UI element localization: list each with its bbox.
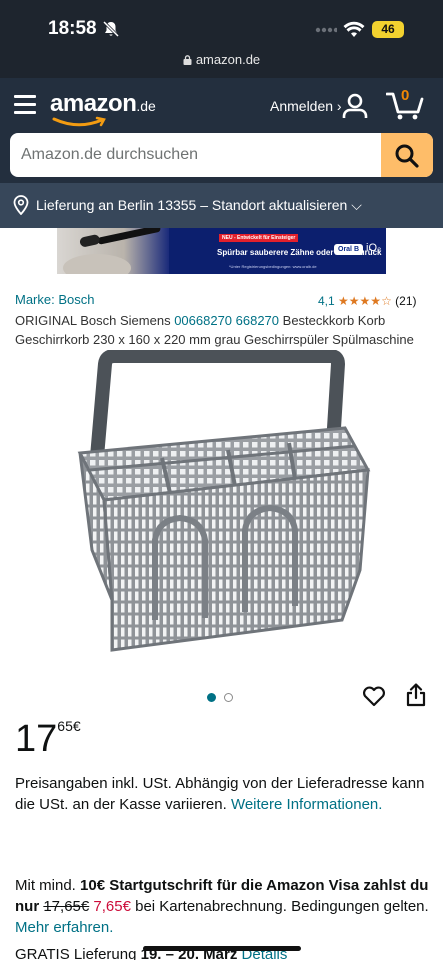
ad-fine-print: *Unter Registrierungsbedingungen: www.or… xyxy=(229,264,317,269)
promo-learn-more-link[interactable]: Mehr erfahren. xyxy=(15,919,113,936)
promo-intro: Mit mind. xyxy=(15,877,81,894)
logo-word: amazon xyxy=(50,90,137,117)
product-title: ORIGINAL Bosch Siemens 00668270 668270 B… xyxy=(15,311,435,349)
promo-conditions: bei Kartenabrechnung. Bedingungen gelten… xyxy=(130,898,429,915)
ad-brand-logo: Oral B xyxy=(334,244,364,255)
delivery-text: Lieferung an Berlin 13355 – Standort akt… xyxy=(36,197,362,213)
toothbrush-image xyxy=(63,228,161,274)
star-rating-icon: ★★★★☆ xyxy=(338,294,392,308)
status-time: 18:58 xyxy=(48,18,97,39)
product-image[interactable] xyxy=(70,350,374,655)
amazon-logo[interactable]: amazon.de xyxy=(50,90,156,127)
site-header: amazon.de Anmelden › 0 Amazon.de durchsu… xyxy=(0,78,443,228)
delivery-location-bar[interactable]: Lieferung an Berlin 13355 – Standort akt… xyxy=(0,183,443,228)
price-cents: 65 xyxy=(57,718,73,734)
brand-link[interactable]: Marke: Bosch xyxy=(15,292,94,307)
carousel-dot-2[interactable] xyxy=(224,693,233,702)
signal-dots-icon xyxy=(315,27,337,33)
search-button[interactable] xyxy=(381,133,433,177)
browser-url-bar[interactable]: amazon.de xyxy=(0,52,443,78)
wifi-icon xyxy=(343,21,365,37)
carousel-dot-1[interactable] xyxy=(207,693,216,702)
product-number-link[interactable]: 00668270 668270 xyxy=(174,313,279,328)
ad-tag: NEU - Entwickelt für Einsteiger xyxy=(219,234,299,242)
promo-new-price: 7,65€ xyxy=(93,898,131,915)
sign-in-link[interactable]: Anmelden › xyxy=(270,98,342,114)
cart-count: 0 xyxy=(401,87,410,104)
price-fraction: 65€ xyxy=(57,718,80,734)
rating-value: 4,1 xyxy=(318,294,335,308)
url-domain: amazon.de xyxy=(195,52,261,67)
share-icon[interactable] xyxy=(406,683,426,707)
user-icon[interactable] xyxy=(342,93,368,119)
heart-icon[interactable] xyxy=(362,685,386,707)
search-icon xyxy=(395,144,419,168)
location-pin-icon xyxy=(13,195,29,215)
ad-model: iO₂ xyxy=(366,242,382,254)
ad-slogan-main: Spürbar sauberere Zähne xyxy=(217,248,314,257)
lock-icon xyxy=(183,55,192,65)
search-input[interactable]: Amazon.de durchsuchen xyxy=(21,146,198,164)
search-bar[interactable]: Amazon.de durchsuchen xyxy=(10,133,433,177)
vat-more-info-link[interactable]: Weitere Informationen. xyxy=(231,796,382,813)
vat-notice: Preisangaben inkl. USt. Abhängig von der… xyxy=(15,773,430,815)
menu-icon[interactable] xyxy=(14,95,36,115)
logo-tld: .de xyxy=(136,98,156,114)
rating-summary[interactable]: 4,1 ★★★★☆ (21) xyxy=(318,294,417,308)
bell-mute-icon xyxy=(102,20,120,38)
shipping-label: GRATIS Lieferung xyxy=(15,946,141,960)
ad-banner[interactable]: NEU - Entwickelt für Einsteiger Spürbar … xyxy=(57,228,386,274)
product-price: 1765€ xyxy=(15,718,81,761)
product-title-start: ORIGINAL Bosch Siemens xyxy=(15,313,175,328)
logo-smile-icon xyxy=(52,116,106,127)
status-bar: 18:58 46 xyxy=(0,0,443,52)
ad-photo xyxy=(57,228,169,274)
battery-indicator: 46 xyxy=(372,21,404,38)
promo-old-price: 17,65€ xyxy=(43,898,90,915)
home-indicator[interactable] xyxy=(143,946,301,951)
rating-count: (21) xyxy=(395,294,417,308)
price-currency: € xyxy=(72,718,81,734)
image-carousel-dots[interactable] xyxy=(207,689,241,707)
visa-promo: Mit mind. 10€ Startgutschrift für die Am… xyxy=(15,875,435,938)
price-whole: 17 xyxy=(15,718,58,760)
